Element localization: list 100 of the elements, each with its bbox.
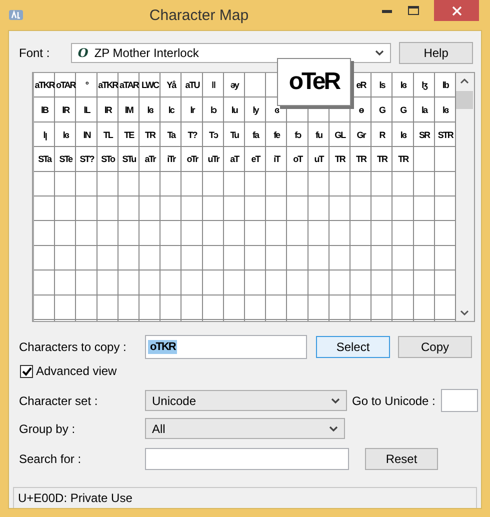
character-cell[interactable]: ° bbox=[85, 80, 88, 90]
character-cell[interactable]: ly bbox=[252, 105, 258, 116]
character-cell[interactable]: lM bbox=[124, 105, 133, 116]
character-cell[interactable]: eT bbox=[251, 154, 260, 164]
character-cell[interactable]: lL bbox=[84, 105, 90, 116]
character-cell[interactable]: iT bbox=[274, 154, 280, 164]
character-cell[interactable]: fa bbox=[252, 130, 258, 140]
close-icon bbox=[452, 6, 462, 16]
advanced-view-checkbox[interactable] bbox=[20, 364, 33, 378]
character-cell[interactable]: Gr bbox=[356, 130, 366, 140]
character-cell[interactable]: lb bbox=[442, 80, 448, 90]
character-cell[interactable]: TR bbox=[356, 154, 366, 164]
character-cell[interactable]: lu bbox=[231, 105, 238, 116]
character-cell[interactable]: la bbox=[421, 105, 427, 116]
character-cell[interactable]: Tu bbox=[230, 130, 239, 140]
character-cell[interactable]: Tɔ bbox=[209, 130, 218, 140]
character-cell[interactable]: iTr bbox=[167, 154, 176, 164]
character-cell[interactable]: TE bbox=[124, 130, 134, 140]
scroll-down-icon[interactable] bbox=[460, 310, 470, 316]
character-cell[interactable]: lN bbox=[83, 130, 90, 140]
font-dropdown[interactable]: O ZP Mother Interlock bbox=[70, 43, 392, 63]
character-cell[interactable]: oTAR bbox=[56, 80, 76, 90]
close-button[interactable] bbox=[434, 0, 479, 21]
character-cell[interactable]: oT bbox=[293, 154, 302, 164]
character-cell[interactable]: GL bbox=[334, 130, 346, 140]
character-cell[interactable]: fɔ bbox=[294, 130, 301, 140]
character-cell[interactable]: fu bbox=[316, 130, 322, 140]
character-cell[interactable]: lɞ bbox=[400, 130, 406, 140]
character-cell[interactable]: lɞ bbox=[400, 80, 406, 90]
character-cell[interactable]: lɞ bbox=[62, 130, 68, 140]
character-cell[interactable]: lB bbox=[41, 105, 48, 116]
magnified-character: oTeR bbox=[277, 58, 351, 106]
search-field[interactable] bbox=[145, 448, 349, 470]
character-cell[interactable]: G bbox=[379, 105, 386, 116]
character-cell[interactable]: lɔ bbox=[210, 105, 216, 116]
character-set-dropdown[interactable]: Unicode bbox=[145, 390, 347, 411]
app-icon bbox=[8, 9, 24, 21]
character-cell[interactable]: TR bbox=[398, 154, 408, 164]
character-cell[interactable]: STe bbox=[59, 154, 72, 164]
copy-button[interactable]: Copy bbox=[398, 336, 472, 358]
group-by-label: Group by : bbox=[19, 422, 76, 436]
character-cell[interactable]: Yå bbox=[166, 80, 176, 90]
character-cell[interactable]: Ta bbox=[167, 130, 176, 140]
character-cell[interactable]: STR bbox=[438, 130, 453, 140]
character-cell[interactable]: fe bbox=[274, 130, 280, 140]
character-cell[interactable]: uT bbox=[314, 154, 324, 164]
character-cell[interactable]: ǝy bbox=[230, 80, 238, 90]
character-cell[interactable]: TL bbox=[103, 130, 112, 140]
character-cell[interactable]: T? bbox=[188, 130, 197, 140]
go-to-unicode-field[interactable] bbox=[441, 389, 478, 412]
character-cell[interactable]: aT bbox=[230, 154, 239, 164]
character-cell[interactable]: ST? bbox=[80, 154, 94, 164]
reset-button[interactable]: Reset bbox=[365, 448, 438, 470]
characters-to-copy-field[interactable]: oTKR bbox=[145, 335, 307, 359]
character-cell[interactable]: lc bbox=[168, 105, 174, 116]
character-cell[interactable]: TR bbox=[145, 130, 156, 140]
character-cell[interactable]: aTKR bbox=[34, 80, 54, 90]
character-cell[interactable]: ls bbox=[379, 80, 385, 90]
character-cell[interactable]: lr bbox=[190, 105, 194, 116]
character-cell[interactable]: SR bbox=[418, 130, 430, 140]
character-cell[interactable]: lɞ bbox=[442, 105, 448, 116]
character-cell[interactable]: TR bbox=[377, 154, 388, 164]
character-cell[interactable]: lR bbox=[62, 105, 70, 116]
character-cell[interactable]: ǁ bbox=[212, 80, 216, 90]
scroll-up-icon[interactable] bbox=[460, 78, 470, 84]
character-cell[interactable]: R bbox=[379, 130, 385, 140]
character-cell[interactable]: lꞁ bbox=[43, 128, 46, 142]
character-cell[interactable]: STu bbox=[122, 154, 136, 164]
character-cell[interactable]: LWC bbox=[142, 80, 159, 90]
character-cell[interactable]: ɵ bbox=[358, 105, 364, 116]
maximize-icon[interactable] bbox=[408, 6, 418, 15]
character-cell[interactable]: lR bbox=[104, 105, 112, 116]
advanced-view-label: Advanced view bbox=[36, 364, 117, 378]
font-label: Font : bbox=[19, 46, 51, 60]
character-set-label: Character set : bbox=[19, 394, 99, 408]
scrollbar[interactable] bbox=[456, 73, 474, 321]
minimize-icon[interactable] bbox=[382, 10, 392, 12]
character-cell[interactable]: STa bbox=[38, 154, 51, 164]
select-button[interactable]: Select bbox=[316, 336, 390, 358]
help-button[interactable]: Help bbox=[399, 42, 473, 64]
character-grid[interactable] bbox=[33, 73, 456, 321]
character-cell[interactable]: aTr bbox=[144, 154, 156, 164]
scroll-thumb[interactable] bbox=[456, 91, 474, 109]
character-cell[interactable]: STo bbox=[101, 154, 114, 164]
status-bar: U+E00D: Private Use bbox=[13, 487, 477, 508]
group-by-dropdown[interactable]: All bbox=[145, 418, 345, 439]
character-cell[interactable]: eR bbox=[356, 80, 366, 90]
character-cell[interactable]: aTAR bbox=[120, 80, 138, 90]
character-cell[interactable]: aTKR bbox=[98, 80, 118, 90]
character-cell[interactable]: uTr bbox=[208, 154, 219, 164]
window-title: Character Map bbox=[148, 6, 250, 24]
character-cell[interactable]: ɞ bbox=[274, 105, 279, 116]
search-label: Search for : bbox=[19, 452, 82, 466]
character-cell[interactable]: lʒ bbox=[422, 80, 427, 90]
character-cell[interactable]: aTU bbox=[185, 80, 200, 90]
character-cell[interactable]: G bbox=[400, 105, 406, 116]
character-cell[interactable]: lɞ bbox=[147, 105, 153, 116]
font-type-icon: O bbox=[78, 46, 88, 60]
character-cell[interactable]: TR bbox=[334, 154, 345, 164]
character-cell[interactable]: oTr bbox=[186, 154, 198, 164]
